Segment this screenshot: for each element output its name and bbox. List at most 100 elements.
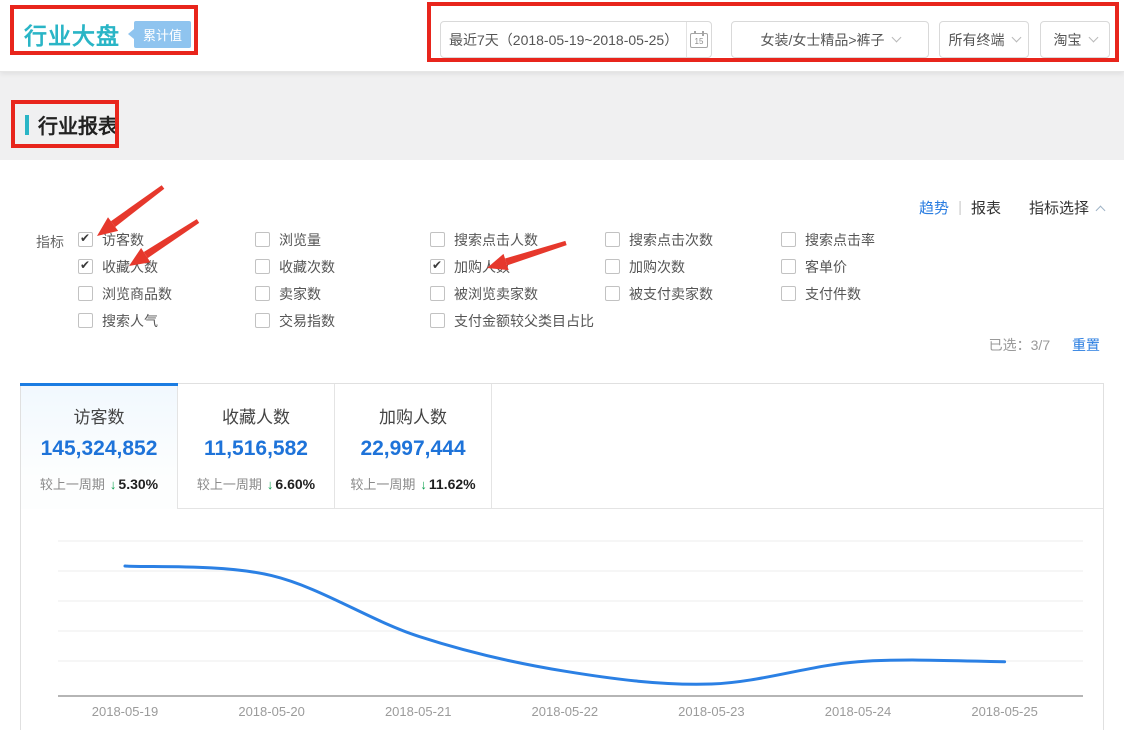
metric-tab-value: 11,516,582 [178,437,334,461]
checkbox-unchecked[interactable]: ✔ [78,286,93,301]
category-dropdown[interactable]: 女装/女士精品>裤子 [731,21,929,58]
indicator-checkbox-item[interactable]: ✔搜索人气 [78,307,255,334]
checkbox-unchecked[interactable]: ✔ [255,232,270,247]
indicator-checkbox-item[interactable]: ✔ 浏览量 [255,226,430,253]
checkbox-unchecked[interactable]: ✔ [781,286,796,301]
metric-tab[interactable]: 收藏人数11,516,582较上一周期↓6.60% [178,384,335,509]
selected-count: 已选：3/7 [989,337,1050,353]
check-icon: ✔ [80,231,90,245]
indicator-label: 客单价 [805,257,847,277]
calendar-button[interactable]: 15 [687,31,711,48]
indicator-label: 收藏次数 [279,257,335,277]
indicator-column: ✔ 浏览量 ✔ 收藏次数 ✔ 卖家数 ✔ 交易指数 [255,226,430,334]
compare-label: 较上一周期 [350,477,415,492]
checkbox-checked[interactable]: ✔ [78,259,93,274]
indicators-label: 指标 [36,232,64,252]
checkbox-checked[interactable]: ✔ [430,259,445,274]
arrow-down-icon: ↓ [267,477,274,492]
arrow-down-icon: ↓ [420,477,427,492]
checkbox-unchecked[interactable]: ✔ [605,259,620,274]
calendar-icon: 15 [690,31,708,48]
indicator-checkbox-item[interactable]: ✔ 搜索点击率 [781,226,976,253]
metric-tab-compare: 较上一周期↓5.30% [21,474,177,493]
x-axis-tick-label: 2018-05-23 [678,704,745,719]
indicator-checkbox-item[interactable]: ✔收藏人数 [78,253,255,280]
metric-tab-value: 22,997,444 [335,437,491,461]
indicator-selector-label: 指标选择 [1029,197,1089,218]
metric-tab[interactable]: 访客数145,324,852较上一周期↓5.30% [21,384,178,509]
checkbox-unchecked[interactable]: ✔ [781,259,796,274]
view-tab-report[interactable]: 报表 [971,197,1001,218]
page-title: 行业大盘 [24,17,120,51]
selection-summary-row: 已选：3/7 重置 [989,335,1100,355]
x-axis-tick-label: 2018-05-24 [825,704,892,719]
indicator-checkbox-item[interactable]: ✔ 客单价 [781,253,976,280]
x-axis-tick-label: 2018-05-19 [92,704,159,719]
metric-tabs: 访客数145,324,852较上一周期↓5.30%收藏人数11,516,582较… [21,384,1103,509]
indicator-label: 被浏览卖家数 [454,284,538,304]
checkbox-unchecked[interactable]: ✔ [430,286,445,301]
indicator-column: ✔ 访客数 ✔收藏人数✔浏览商品数✔搜索人气 [78,226,255,334]
platform-dropdown[interactable]: 淘宝 [1040,21,1110,58]
cumulative-value-badge: 累计值 [134,21,191,48]
terminal-dropdown[interactable]: 所有终端 [939,21,1029,58]
indicator-checkbox-item[interactable]: ✔加购人数 [430,253,605,280]
reset-button[interactable]: 重置 [1072,337,1100,353]
industry-dashboard: 行业大盘 累计值 最近7天（2018-05-19~2018-05-25） 15 … [0,0,1124,730]
indicator-label: 卖家数 [279,284,321,304]
checkbox-unchecked[interactable]: ✔ [605,232,620,247]
indicator-checkbox-item[interactable]: ✔ 加购次数 [605,253,781,280]
checkbox-unchecked[interactable]: ✔ [430,232,445,247]
indicator-label: 加购次数 [629,257,685,277]
date-range-selector[interactable]: 最近7天（2018-05-19~2018-05-25） 15 [440,21,712,58]
indicator-column: ✔搜索点击次数✔加购次数✔被支付卖家数 [605,226,781,334]
indicator-label: 访客数 [102,230,144,250]
date-range-label: 最近7天（2018-05-19~2018-05-25） [441,30,686,50]
indicator-checkbox-item[interactable]: ✔被支付卖家数 [605,280,781,307]
indicator-checkbox-item[interactable]: ✔ 被浏览卖家数 [430,280,605,307]
indicator-checkbox-item[interactable]: ✔ 收藏次数 [255,253,430,280]
indicator-checkbox-item[interactable]: ✔ 访客数 [78,226,255,253]
metric-tab[interactable]: 加购人数 22,997,444 较上一周期 ↓11.62% [335,384,492,509]
checkbox-unchecked[interactable]: ✔ [78,313,93,328]
indicator-checkbox-item[interactable]: ✔支付金额较父类目占比 [430,307,605,334]
category-label: 女装/女士精品>裤子 [760,30,884,50]
indicator-checkbox-item[interactable]: ✔搜索点击次数 [605,226,781,253]
check-icon: ✔ [80,258,90,272]
checkbox-unchecked[interactable]: ✔ [255,259,270,274]
indicator-checkbox-item[interactable]: ✔ 卖家数 [255,280,430,307]
compare-label: 较上一周期 [197,477,262,492]
x-axis-tick-label: 2018-05-25 [971,704,1038,719]
checkbox-checked[interactable]: ✔ [78,232,93,247]
indicator-checkbox-item[interactable]: ✔浏览商品数 [78,280,255,307]
indicator-label: 交易指数 [279,311,335,331]
indicator-label: 搜索点击率 [805,230,875,250]
section-title-bar [25,115,29,135]
indicator-checkbox-item[interactable]: ✔搜索点击人数 [430,226,605,253]
metric-tab-compare: 较上一周期 ↓11.62% [335,474,491,493]
view-tab-trend[interactable]: 趋势 [919,197,949,218]
metric-tab-label: 收藏人数 [178,403,334,428]
checkbox-unchecked[interactable]: ✔ [605,286,620,301]
checkbox-unchecked[interactable]: ✔ [255,313,270,328]
indicator-checkbox-item[interactable]: ✔ 交易指数 [255,307,430,334]
metric-tab-label: 加购人数 [335,403,491,428]
indicator-checkbox-grid: ✔访客数✔收藏人数✔浏览商品数✔搜索人气✔浏览量✔收藏次数✔卖家数✔交易指数✔搜… [78,226,976,334]
indicator-label: 支付件数 [805,284,861,304]
top-header: 行业大盘 累计值 最近7天（2018-05-19~2018-05-25） 15 … [0,0,1124,72]
indicator-checkbox-item[interactable]: ✔ 支付件数 [781,280,976,307]
checkbox-unchecked[interactable]: ✔ [430,313,445,328]
check-icon: ✔ [432,258,442,272]
change-percent: 11.62% [429,476,476,492]
section-title-group: 行业报表 [25,110,118,139]
checkbox-unchecked[interactable]: ✔ [255,286,270,301]
arrow-down-icon: ↓ [110,477,117,492]
x-axis-tick-label: 2018-05-20 [238,704,305,719]
indicator-label: 浏览量 [279,230,321,250]
trend-line-series [125,566,1005,684]
indicator-column: ✔搜索点击人数✔加购人数✔被浏览卖家数✔支付金额较父类目占比 [430,226,605,334]
indicator-selector-toggle[interactable]: 指标选择 [1029,197,1104,218]
trend-card: 访客数145,324,852较上一周期↓5.30%收藏人数11,516,582较… [20,383,1104,730]
divider: | [958,199,962,216]
checkbox-unchecked[interactable]: ✔ [781,232,796,247]
